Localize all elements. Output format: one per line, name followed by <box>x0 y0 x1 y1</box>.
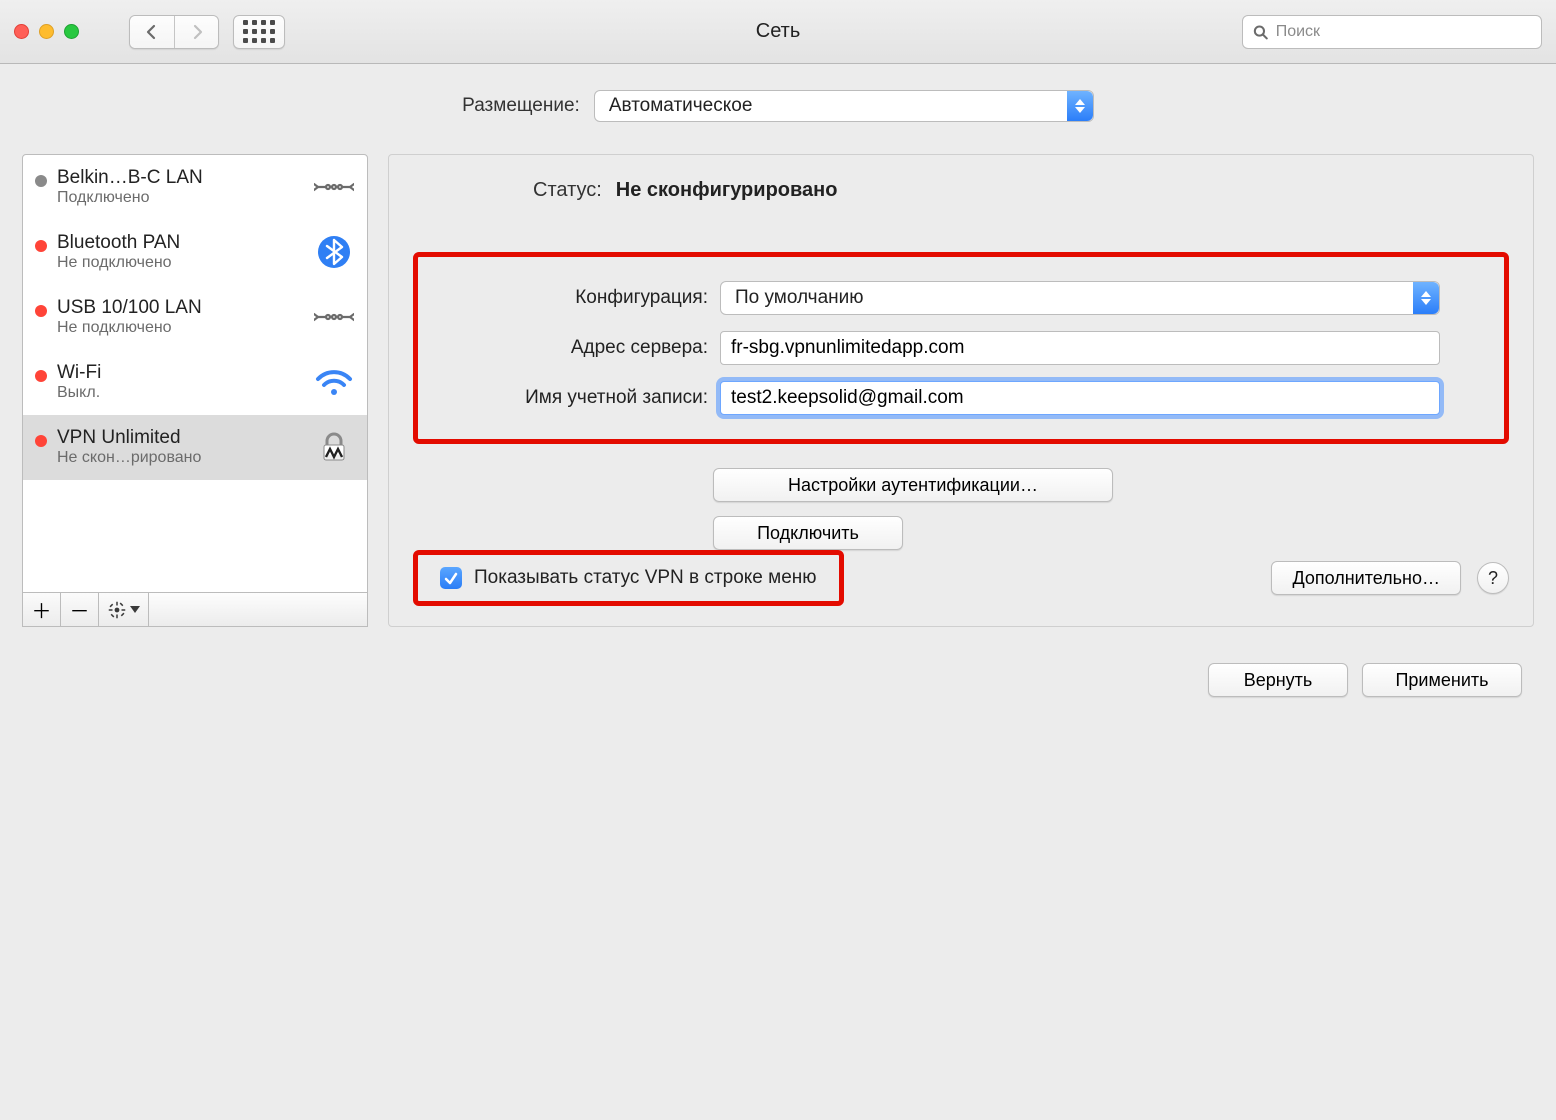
sidebar-item-bluetooth-pan[interactable]: Bluetooth PAN Не подключено <box>23 220 367 285</box>
close-window-button[interactable] <box>14 24 29 39</box>
configuration-value: По умолчанию <box>735 287 864 309</box>
zoom-window-button[interactable] <box>64 24 79 39</box>
location-select[interactable]: Автоматическое <box>594 90 1094 122</box>
wifi-icon <box>313 366 355 398</box>
network-sidebar: Belkin…B-C LAN Подключено Bluetooth PAN … <box>22 154 368 627</box>
sidebar-item-belkin-lan[interactable]: Belkin…B-C LAN Подключено <box>23 155 367 220</box>
status-dot-icon <box>35 435 47 447</box>
select-stepper-icon <box>1413 282 1439 314</box>
sidebar-item-wifi[interactable]: Wi-Fi Выкл. <box>23 350 367 415</box>
window-toolbar: Сеть <box>0 0 1556 64</box>
configuration-select[interactable]: По умолчанию <box>720 281 1440 315</box>
sidebar-item-status: Подключено <box>57 189 303 207</box>
plus-icon: ＋ <box>32 595 52 624</box>
main-panel: Статус: Не сконфигурировано Конфигурация… <box>388 154 1534 627</box>
sidebar-item-status: Выкл. <box>57 384 303 402</box>
revert-button[interactable]: Вернуть <box>1208 663 1348 697</box>
advanced-button[interactable]: Дополнительно… <box>1271 561 1461 595</box>
bluetooth-icon <box>313 236 355 268</box>
location-selected-value: Автоматическое <box>609 95 753 117</box>
sidebar-item-name: Belkin…B-C LAN <box>57 167 303 189</box>
remove-service-button[interactable]: － <box>61 593 99 626</box>
location-label: Размещение: <box>462 95 580 117</box>
show-all-prefs-button[interactable] <box>233 15 285 49</box>
vpn-config-highlight: Конфигурация: По умолчанию Адрес сервера… <box>413 252 1509 444</box>
sidebar-item-status: Не скон…рировано <box>57 449 303 467</box>
sidebar-item-name: Wi-Fi <box>57 362 303 384</box>
window-footer-buttons: Вернуть Применить <box>22 663 1534 697</box>
apply-button[interactable]: Применить <box>1362 663 1522 697</box>
search-input[interactable] <box>1276 23 1531 41</box>
minimize-window-button[interactable] <box>39 24 54 39</box>
status-row: Статус: Не сконфигурировано <box>533 179 1509 202</box>
sidebar-footer: ＋ － <box>22 593 368 627</box>
help-button[interactable]: ? <box>1477 562 1509 594</box>
nav-back-forward <box>129 15 219 49</box>
server-address-label: Адрес сервера: <box>438 337 708 359</box>
vpn-button-column: Настройки аутентификации… Подключить <box>713 468 1509 550</box>
search-icon <box>1253 24 1268 40</box>
server-address-input[interactable] <box>720 331 1440 365</box>
search-field[interactable] <box>1242 15 1542 49</box>
status-value: Не сконфигурировано <box>616 179 838 202</box>
connect-button[interactable]: Подключить <box>713 516 903 550</box>
lock-icon <box>313 431 355 463</box>
select-stepper-icon <box>1067 91 1093 121</box>
ethernet-icon <box>313 171 355 203</box>
ethernet-icon <box>313 301 355 333</box>
sidebar-item-status: Не подключено <box>57 254 303 272</box>
show-vpn-menu-label: Показывать статус VPN в строке меню <box>474 567 817 589</box>
account-name-input[interactable] <box>720 381 1440 415</box>
show-vpn-menu-checkbox[interactable] <box>440 567 462 589</box>
sidebar-item-name: VPN Unlimited <box>57 427 303 449</box>
sidebar-item-status: Не подключено <box>57 319 303 337</box>
gear-icon <box>108 601 126 619</box>
status-dot-icon <box>35 370 47 382</box>
minus-icon: － <box>70 595 90 624</box>
chevron-down-icon <box>130 606 140 614</box>
back-button[interactable] <box>130 16 174 48</box>
auth-settings-button[interactable]: Настройки аутентификации… <box>713 468 1113 502</box>
forward-button[interactable] <box>174 16 218 48</box>
status-dot-icon <box>35 175 47 187</box>
split-pane: Belkin…B-C LAN Подключено Bluetooth PAN … <box>22 154 1534 627</box>
sidebar-item-usb-lan[interactable]: USB 10/100 LAN Не подключено <box>23 285 367 350</box>
check-icon <box>444 571 458 585</box>
window-traffic-lights <box>14 24 79 39</box>
status-label: Статус: <box>533 179 602 202</box>
status-dot-icon <box>35 240 47 252</box>
network-service-list: Belkin…B-C LAN Подключено Bluetooth PAN … <box>22 154 368 593</box>
sidebar-item-name: Bluetooth PAN <box>57 232 303 254</box>
location-row: Размещение: Автоматическое <box>22 90 1534 122</box>
show-vpn-menu-highlight: Показывать статус VPN в строке меню <box>413 550 844 606</box>
configuration-label: Конфигурация: <box>438 287 708 309</box>
status-dot-icon <box>35 305 47 317</box>
sidebar-item-name: USB 10/100 LAN <box>57 297 303 319</box>
sidebar-item-vpn-unlimited[interactable]: VPN Unlimited Не скон…рировано <box>23 415 367 480</box>
help-icon: ? <box>1488 568 1498 589</box>
content-area: Размещение: Автоматическое Belkin…B-C LA… <box>0 64 1556 727</box>
add-service-button[interactable]: ＋ <box>23 593 61 626</box>
main-bottom-row: Показывать статус VPN в строке меню Допо… <box>413 550 1509 606</box>
service-actions-button[interactable] <box>99 593 149 626</box>
account-name-label: Имя учетной записи: <box>438 387 708 409</box>
grid-icon <box>243 20 275 43</box>
